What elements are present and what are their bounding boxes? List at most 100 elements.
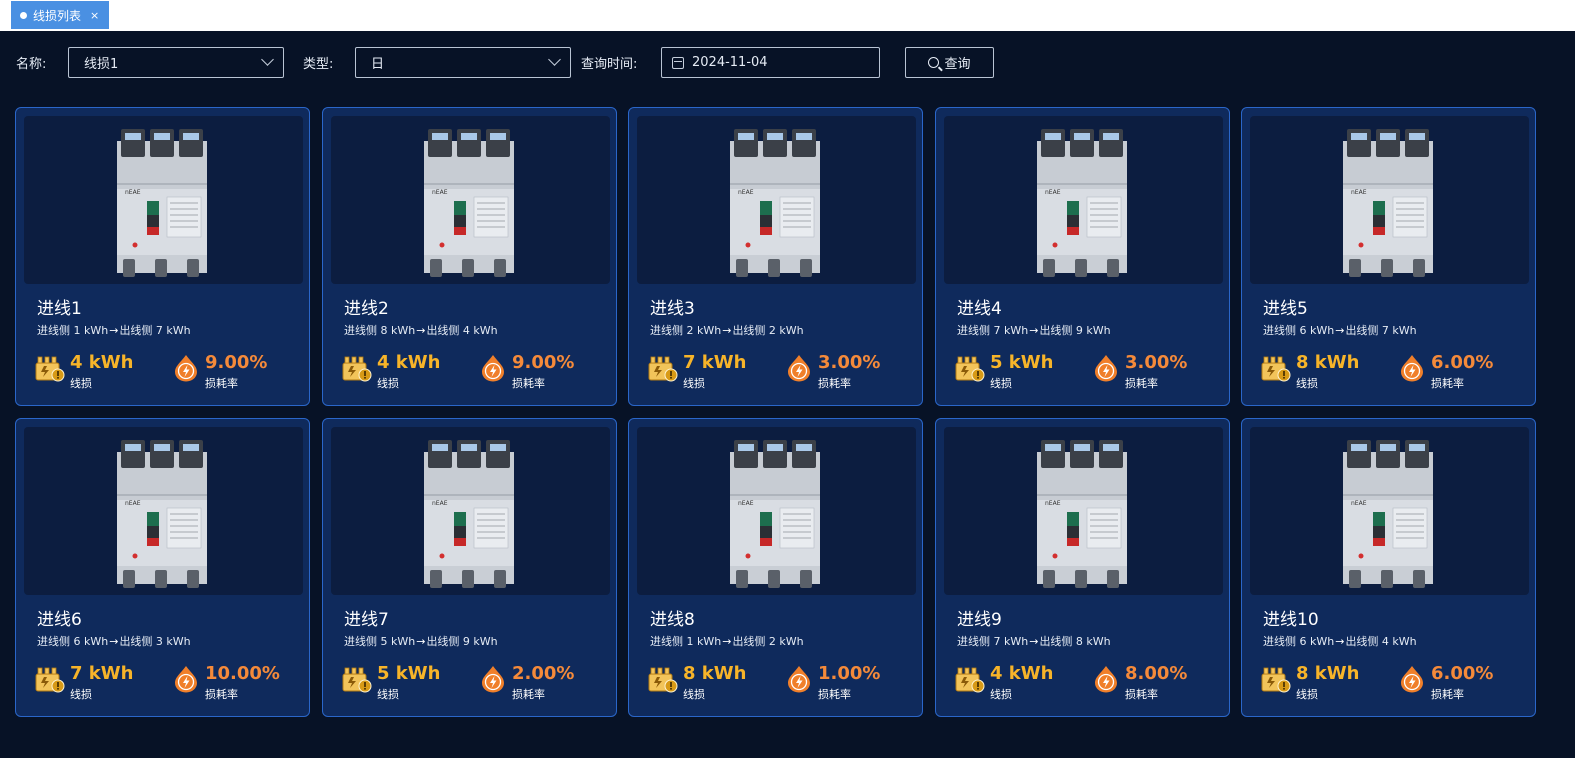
loss-label: 线损 — [70, 688, 92, 701]
card-grid: nEAE 进线1 进线侧 1 kWh→出线侧 7 kWh 4 kWh 线损 9.… — [15, 107, 1536, 717]
type-label: 类型: — [303, 57, 334, 72]
circuit-breaker-image: nEAE — [424, 440, 514, 588]
loss-rate-label: 损耗率 — [1431, 377, 1464, 390]
card-flow-summary: 进线侧 1 kWh→出线侧 7 kWh — [37, 322, 191, 338]
calendar-icon — [672, 56, 684, 69]
line-card-4[interactable]: nEAE 进线4 进线侧 7 kWh→出线侧 9 kWh 5 kWh 线损 3.… — [935, 107, 1230, 406]
inlet-energy: 进线侧 1 kWh — [650, 635, 722, 648]
lightning-drop-icon — [482, 666, 504, 693]
loss-rate-value: 10.00% — [205, 663, 280, 684]
card-title: 进线5 — [1263, 299, 1308, 319]
arrow-right-icon: → — [416, 635, 426, 648]
query-button[interactable]: 查询 — [905, 47, 994, 78]
line-card-1[interactable]: nEAE 进线1 进线侧 1 kWh→出线侧 7 kWh 4 kWh 线损 9.… — [15, 107, 310, 406]
line-card-9[interactable]: nEAE 进线9 进线侧 7 kWh→出线侧 8 kWh 4 kWh 线损 8.… — [935, 418, 1230, 717]
date-value: 2024-11-04 — [692, 55, 768, 70]
card-title: 进线3 — [650, 299, 695, 319]
inlet-energy: 进线侧 6 kWh — [37, 635, 109, 648]
line-card-3[interactable]: nEAE 进线3 进线侧 2 kWh→出线侧 2 kWh 7 kWh 线损 3.… — [628, 107, 923, 406]
arrow-right-icon: → — [109, 324, 119, 337]
breaker-image-frame: nEAE — [637, 116, 916, 284]
loss-rate-label: 损耗率 — [1125, 377, 1158, 390]
loss-rate-label: 损耗率 — [512, 688, 545, 701]
loss-value: 5 kWh — [990, 352, 1054, 373]
line-card-5[interactable]: nEAE 进线5 进线侧 6 kWh→出线侧 7 kWh 8 kWh 线损 6.… — [1241, 107, 1536, 406]
card-title: 进线6 — [37, 610, 82, 630]
card-title: 进线8 — [650, 610, 695, 630]
lightning-drop-icon — [482, 355, 504, 382]
circuit-breaker-image: nEAE — [1037, 440, 1127, 588]
svg-text:nEAE: nEAE — [1351, 500, 1367, 507]
card-flow-summary: 进线侧 5 kWh→出线侧 9 kWh — [344, 633, 498, 649]
line-card-6[interactable]: nEAE 进线6 进线侧 6 kWh→出线侧 3 kWh 7 kWh 线损 10… — [15, 418, 310, 717]
svg-text:nEAE: nEAE — [125, 500, 141, 507]
circuit-breaker-image: nEAE — [1343, 129, 1433, 277]
svg-text:nEAE: nEAE — [1045, 500, 1061, 507]
line-card-10[interactable]: nEAE 进线10 进线侧 6 kWh→出线侧 4 kWh 8 kWh 线损 6… — [1241, 418, 1536, 717]
name-select[interactable]: 线损1 — [68, 47, 284, 78]
loss-value: 7 kWh — [683, 352, 747, 373]
svg-text:nEAE: nEAE — [432, 500, 448, 507]
loss-value: 5 kWh — [377, 663, 441, 684]
meter-warning-icon — [648, 667, 678, 693]
loss-rate-value: 6.00% — [1431, 663, 1494, 684]
circuit-breaker-image: nEAE — [1037, 129, 1127, 277]
breaker-image-frame: nEAE — [331, 427, 610, 595]
card-flow-summary: 进线侧 7 kWh→出线侧 8 kWh — [957, 633, 1111, 649]
svg-text:nEAE: nEAE — [738, 500, 754, 507]
loss-label: 线损 — [683, 688, 705, 701]
breaker-image-frame: nEAE — [24, 427, 303, 595]
lightning-drop-icon — [175, 666, 197, 693]
inlet-energy: 进线侧 8 kWh — [344, 324, 416, 337]
date-picker[interactable]: 2024-11-04 — [661, 47, 880, 78]
meter-warning-icon — [955, 667, 985, 693]
meter-warning-icon — [648, 356, 678, 382]
outlet-energy: 出线侧 3 kWh — [119, 635, 191, 648]
loss-rate-value: 8.00% — [1125, 663, 1188, 684]
outlet-energy: 出线侧 9 kWh — [426, 635, 498, 648]
inlet-energy: 进线侧 6 kWh — [1263, 324, 1335, 337]
lightning-drop-icon — [1401, 355, 1423, 382]
meter-warning-icon — [342, 356, 372, 382]
tab-line-loss-list[interactable]: 线损列表 × — [11, 1, 109, 29]
meter-warning-icon — [35, 667, 65, 693]
svg-text:nEAE: nEAE — [1045, 189, 1061, 196]
name-select-value: 线损1 — [84, 57, 119, 72]
inlet-energy: 进线侧 7 kWh — [957, 635, 1029, 648]
card-flow-summary: 进线侧 6 kWh→出线侧 3 kWh — [37, 633, 191, 649]
loss-label: 线损 — [70, 377, 92, 390]
card-title: 进线9 — [957, 610, 1002, 630]
card-title: 进线10 — [1263, 610, 1319, 630]
card-title: 进线1 — [37, 299, 82, 319]
loss-label: 线损 — [1296, 688, 1318, 701]
loss-rate-label: 损耗率 — [205, 688, 238, 701]
filter-bar: 名称: 线损1 类型: 日 查询时间: 2024-11-04 查询 — [0, 47, 1575, 79]
meter-warning-icon — [342, 667, 372, 693]
loss-rate-value: 2.00% — [512, 663, 575, 684]
loss-value: 4 kWh — [70, 352, 134, 373]
close-icon[interactable]: × — [90, 9, 99, 22]
lightning-drop-icon — [1095, 666, 1117, 693]
name-label: 名称: — [16, 57, 47, 72]
search-icon — [928, 57, 940, 68]
svg-text:nEAE: nEAE — [125, 189, 141, 196]
loss-label: 线损 — [377, 688, 399, 701]
lightning-drop-icon — [1095, 355, 1117, 382]
outlet-energy: 出线侧 4 kWh — [1345, 635, 1417, 648]
loss-rate-value: 9.00% — [512, 352, 575, 373]
inlet-energy: 进线侧 5 kWh — [344, 635, 416, 648]
circuit-breaker-image: nEAE — [117, 129, 207, 277]
line-card-2[interactable]: nEAE 进线2 进线侧 8 kWh→出线侧 4 kWh 4 kWh 线损 9.… — [322, 107, 617, 406]
line-card-8[interactable]: nEAE 进线8 进线侧 1 kWh→出线侧 2 kWh 8 kWh 线损 1.… — [628, 418, 923, 717]
loss-label: 线损 — [1296, 377, 1318, 390]
type-select[interactable]: 日 — [355, 47, 571, 78]
outlet-energy: 出线侧 7 kWh — [1345, 324, 1417, 337]
svg-text:nEAE: nEAE — [1351, 189, 1367, 196]
lightning-drop-icon — [1401, 666, 1423, 693]
outlet-energy: 出线侧 7 kWh — [119, 324, 191, 337]
lightning-drop-icon — [788, 666, 810, 693]
circuit-breaker-image: nEAE — [424, 129, 514, 277]
loss-value: 4 kWh — [377, 352, 441, 373]
chevron-down-icon — [261, 53, 274, 66]
line-card-7[interactable]: nEAE 进线7 进线侧 5 kWh→出线侧 9 kWh 5 kWh 线损 2.… — [322, 418, 617, 717]
